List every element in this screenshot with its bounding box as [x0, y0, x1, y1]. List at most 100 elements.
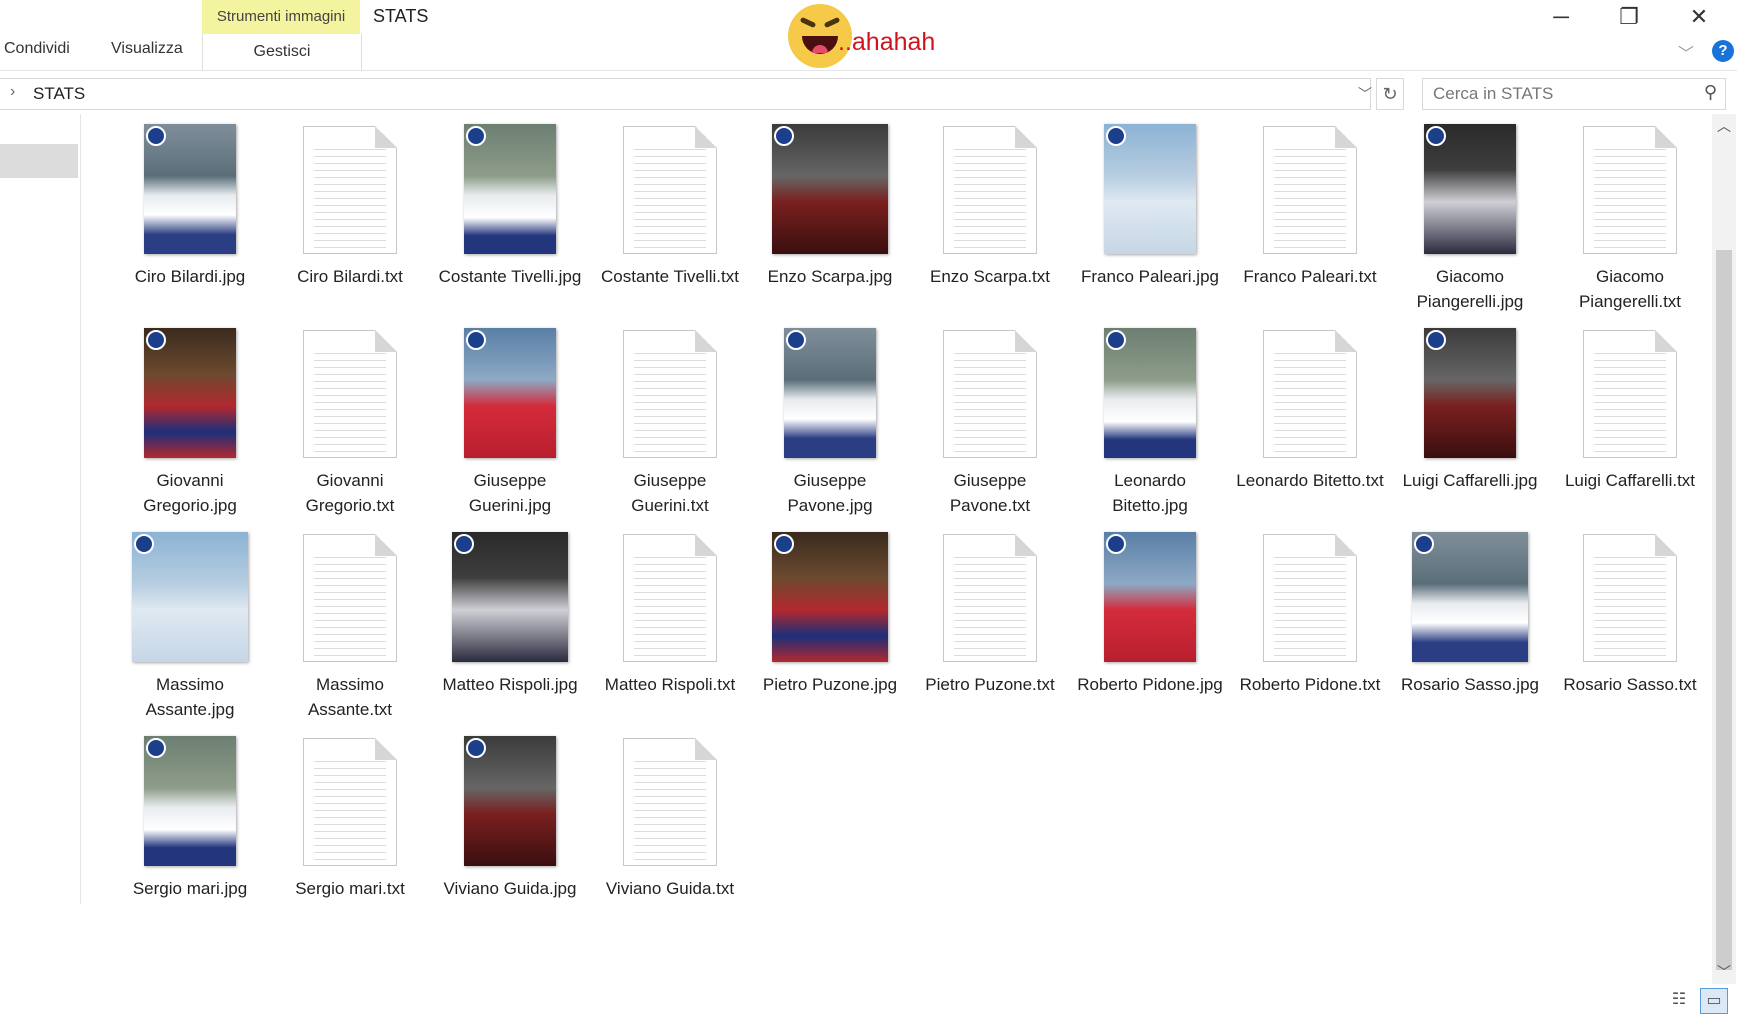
- address-bar[interactable]: › STATS ﹀: [0, 78, 1372, 110]
- file-item-text[interactable]: Leonardo Bitetto.txt: [1230, 322, 1390, 526]
- search-input[interactable]: [1423, 79, 1695, 109]
- file-item-image[interactable]: Giuseppe Pavone.jpg: [750, 322, 910, 526]
- file-thumbnail-container: [590, 322, 750, 458]
- expand-ribbon-icon[interactable]: ﹀: [1678, 40, 1694, 64]
- file-thumbnail-container: [590, 730, 750, 866]
- file-item-text[interactable]: Enzo Scarpa.txt: [910, 118, 1070, 322]
- file-thumbnail-container: [110, 118, 270, 254]
- search-box: ⚲: [1422, 78, 1726, 110]
- file-item-text[interactable]: Ciro Bilardi.txt: [270, 118, 430, 322]
- refresh-button[interactable]: ↻: [1376, 78, 1404, 110]
- file-item-text[interactable]: Pietro Puzone.txt: [910, 526, 1070, 730]
- file-thumbnail-container: [110, 526, 270, 662]
- file-item-text[interactable]: Matteo Rispoli.txt: [590, 526, 750, 730]
- image-thumbnail: [1412, 532, 1528, 662]
- image-thumbnail: [144, 124, 236, 254]
- file-item-image[interactable]: Roberto Pidone.jpg: [1070, 526, 1230, 730]
- file-item-image[interactable]: Matteo Rispoli.jpg: [430, 526, 590, 730]
- file-item-image[interactable]: Viviano Guida.jpg: [430, 730, 590, 934]
- file-item-text[interactable]: Rosario Sasso.txt: [1550, 526, 1710, 730]
- file-item-image[interactable]: Massimo Assante.jpg: [110, 526, 270, 730]
- file-name-label: Giuseppe Pavone.jpg: [787, 471, 873, 515]
- text-document-icon: [1583, 330, 1677, 458]
- emoji-eye-left: [799, 16, 817, 29]
- file-item-text[interactable]: Sergio mari.txt: [270, 730, 430, 934]
- file-item-image[interactable]: Pietro Puzone.jpg: [750, 526, 910, 730]
- file-item-image[interactable]: Franco Paleari.jpg: [1070, 118, 1230, 322]
- file-name-label: Franco Paleari.jpg: [1081, 267, 1219, 286]
- close-button[interactable]: ✕: [1676, 4, 1722, 30]
- large-icons-view-icon[interactable]: ▭: [1700, 988, 1728, 1014]
- team-badge-icon: [134, 534, 154, 554]
- tab-gestisci[interactable]: Gestisci: [202, 34, 362, 70]
- file-thumbnail-container: [110, 730, 270, 866]
- file-item-text[interactable]: Luigi Caffarelli.txt: [1550, 322, 1710, 526]
- file-item-image[interactable]: Giuseppe Guerini.jpg: [430, 322, 590, 526]
- file-name-label: Roberto Pidone.jpg: [1077, 675, 1223, 694]
- tab-condividi[interactable]: Condividi: [4, 40, 70, 58]
- team-badge-icon: [466, 126, 486, 146]
- file-thumbnail-container: [1390, 118, 1550, 254]
- file-item-text[interactable]: Giacomo Piangerelli.txt: [1550, 118, 1710, 322]
- chevron-right-icon[interactable]: ›: [10, 83, 15, 101]
- text-document-icon: [303, 330, 397, 458]
- text-document-icon: [303, 534, 397, 662]
- scroll-down-icon[interactable]: ﹀: [1712, 962, 1736, 982]
- scrollbar-thumb[interactable]: [1716, 250, 1732, 970]
- file-thumbnail-container: [1070, 322, 1230, 458]
- file-item-text[interactable]: Roberto Pidone.txt: [1230, 526, 1390, 730]
- navigation-selected-item[interactable]: [0, 144, 78, 178]
- file-thumbnail-container: [910, 322, 1070, 458]
- file-name-label: Franco Paleari.txt: [1243, 267, 1377, 286]
- file-name-label: Sergio mari.jpg: [132, 879, 248, 898]
- text-document-icon: [303, 738, 397, 866]
- file-item-image[interactable]: Giovanni Gregorio.jpg: [110, 322, 270, 526]
- file-item-image[interactable]: Giacomo Piangerelli.jpg: [1390, 118, 1550, 322]
- file-thumbnail-container: [1550, 526, 1710, 662]
- file-item-image[interactable]: Enzo Scarpa.jpg: [750, 118, 910, 322]
- file-item-text[interactable]: Viviano Guida.txt: [590, 730, 750, 934]
- text-document-icon: [623, 330, 717, 458]
- file-item-image[interactable]: Luigi Caffarelli.jpg: [1390, 322, 1550, 526]
- file-thumbnail-container: [1070, 118, 1230, 254]
- file-item-image[interactable]: Rosario Sasso.jpg: [1390, 526, 1550, 730]
- file-thumbnail-container: [590, 526, 750, 662]
- team-badge-icon: [146, 126, 166, 146]
- text-document-icon: [943, 330, 1037, 458]
- file-thumbnail-container: [750, 118, 910, 254]
- file-name-label: Massimo Assante.jpg: [145, 675, 235, 719]
- file-item-text[interactable]: Franco Paleari.txt: [1230, 118, 1390, 322]
- chevron-down-icon[interactable]: ﹀: [1358, 84, 1372, 104]
- file-item-text[interactable]: Giuseppe Guerini.txt: [590, 322, 750, 526]
- breadcrumb[interactable]: STATS: [33, 84, 85, 104]
- file-item-text[interactable]: Giovanni Gregorio.txt: [270, 322, 430, 526]
- minimize-button[interactable]: ─: [1538, 4, 1584, 30]
- image-thumbnail: [144, 736, 236, 866]
- restore-button[interactable]: ❐: [1606, 4, 1652, 30]
- file-grid: Ciro Bilardi.jpg Ciro Bilardi.txt Costante…: [110, 118, 1700, 934]
- file-thumbnail-container: [430, 322, 590, 458]
- details-view-icon[interactable]: ☷: [1666, 988, 1692, 1012]
- file-item-image[interactable]: Costante Tivelli.jpg: [430, 118, 590, 322]
- file-thumbnail-container: [750, 526, 910, 662]
- team-badge-icon: [1106, 126, 1126, 146]
- file-item-image[interactable]: Leonardo Bitetto.jpg: [1070, 322, 1230, 526]
- file-thumbnail-container: [430, 118, 590, 254]
- file-item-image[interactable]: Sergio mari.jpg: [110, 730, 270, 934]
- search-icon[interactable]: ⚲: [1704, 82, 1717, 103]
- file-item-text[interactable]: Giuseppe Pavone.txt: [910, 322, 1070, 526]
- file-item-text[interactable]: Massimo Assante.txt: [270, 526, 430, 730]
- help-icon[interactable]: ?: [1712, 40, 1734, 62]
- image-thumbnail: [1104, 124, 1196, 254]
- team-badge-icon: [1426, 330, 1446, 350]
- file-name-label: Leonardo Bitetto.txt: [1236, 471, 1384, 490]
- vertical-scrollbar[interactable]: ︿ ﹀: [1712, 114, 1736, 984]
- file-thumbnail-container: [910, 526, 1070, 662]
- file-item-image[interactable]: Ciro Bilardi.jpg: [110, 118, 270, 322]
- navigation-pane: [0, 114, 81, 904]
- emoji-eye-right: [823, 16, 841, 29]
- tab-visualizza[interactable]: Visualizza: [111, 40, 183, 58]
- file-item-text[interactable]: Costante Tivelli.txt: [590, 118, 750, 322]
- scroll-up-icon[interactable]: ︿: [1712, 116, 1736, 136]
- image-thumbnail: [1424, 328, 1516, 458]
